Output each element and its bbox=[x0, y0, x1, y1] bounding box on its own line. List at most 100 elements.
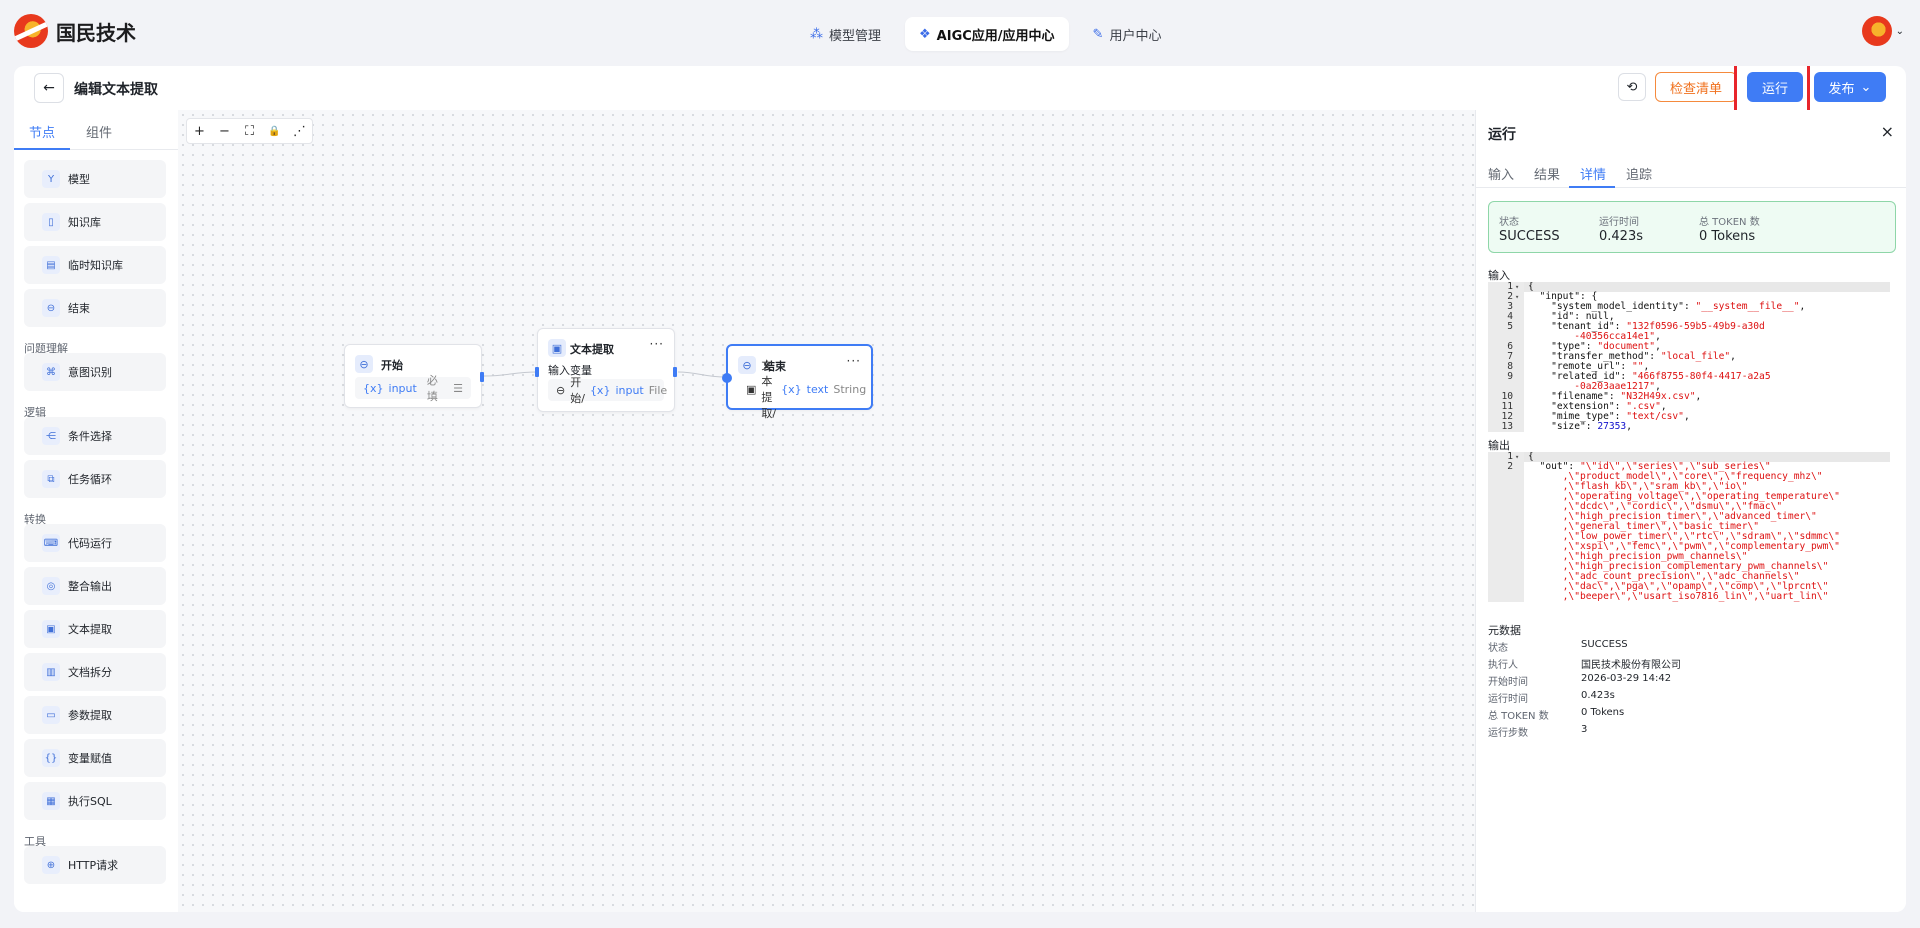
logo-text: 国民技术 bbox=[56, 20, 136, 45]
library-item-merge-output[interactable]: ◎ 整合输出 bbox=[24, 567, 166, 605]
library-item-doc-split[interactable]: ▥ 文档拆分 bbox=[24, 653, 166, 691]
library-item-sql[interactable]: ▦ 执行SQL bbox=[24, 782, 166, 820]
var-name: input bbox=[388, 381, 417, 395]
node-var-row: ⊖ 开始/ {x} input File bbox=[548, 376, 668, 405]
time-label: 运行时间 bbox=[1599, 217, 1639, 228]
item-label: 任务循环 bbox=[68, 473, 112, 486]
nav-user-center[interactable]: ✎ 用户中心 bbox=[1079, 17, 1176, 51]
output-code-viewer[interactable]: 1 ▾{2 "out": "\"id\",\"series\",\"sub_ser… bbox=[1488, 452, 1890, 602]
node-library: 节点 组件 Y 模型 ▯ 知识库 ▤ 临时知识库 ⊖ 结束 问题理解 ⌘ 意图识别 逻辑 … bbox=[14, 110, 178, 912]
node-text-extract[interactable]: ▣ 文本提取 ··· 输入变量 ⊖ 开始/ {x} input File bbox=[535, 328, 677, 412]
line-number: 13 bbox=[1501, 421, 1513, 432]
metadata-key: 运行时间 bbox=[1488, 694, 1528, 705]
time-value: 0.423s bbox=[1599, 229, 1643, 244]
node-title: 文本提取 bbox=[570, 343, 614, 356]
line-number: 2 bbox=[1507, 461, 1513, 472]
logo[interactable]: 国民技术 bbox=[14, 14, 136, 48]
required-label: 必填 bbox=[426, 374, 438, 403]
token-value: 0 Tokens bbox=[1699, 229, 1756, 244]
history-icon[interactable]: ⟲ bbox=[1618, 73, 1646, 101]
code-line: "size": 27353, bbox=[1528, 421, 1632, 432]
tab-detail[interactable]: 详情 bbox=[1580, 164, 1606, 183]
metadata-key: 执行人 bbox=[1488, 660, 1518, 671]
metadata-key: 运行步数 bbox=[1488, 728, 1528, 739]
active-tab-indicator bbox=[14, 148, 70, 150]
close-icon[interactable]: × bbox=[1881, 122, 1894, 141]
nav-aigc-app-center[interactable]: ❖ AIGC应用/应用中心 bbox=[905, 17, 1069, 51]
output-handle[interactable] bbox=[673, 367, 677, 377]
model-icon: ⁂ bbox=[810, 26, 823, 42]
item-label: 模型 bbox=[68, 173, 90, 186]
chevron-down-icon: ⌄ bbox=[1860, 79, 1872, 95]
var-source: 文本提取/ bbox=[761, 359, 777, 420]
library-item-param-extract[interactable]: ▭ 参数提取 bbox=[24, 696, 166, 734]
input-handle[interactable] bbox=[722, 373, 732, 383]
more-icon[interactable]: ··· bbox=[847, 354, 861, 368]
library-item-temp-knowledge-base[interactable]: ▤ 临时知识库 bbox=[24, 246, 166, 284]
tab-components[interactable]: 组件 bbox=[86, 122, 112, 141]
library-item-condition[interactable]: ⋲ 条件选择 bbox=[24, 417, 166, 455]
nav-model-management[interactable]: ⁂ 模型管理 bbox=[796, 17, 895, 51]
tab-trace[interactable]: 追踪 bbox=[1626, 164, 1652, 183]
library-item-loop[interactable]: ⧉ 任务循环 bbox=[24, 460, 166, 498]
node-start[interactable]: ⊖ 开始 {x} input 必填 ☰ bbox=[344, 344, 484, 408]
metadata-key: 总 TOKEN 数 bbox=[1488, 711, 1549, 722]
run-panel-title: 运行 bbox=[1488, 127, 1516, 143]
back-button[interactable]: ← bbox=[34, 73, 64, 103]
library-tabs: 节点 组件 bbox=[14, 110, 178, 150]
tab-input[interactable]: 输入 bbox=[1488, 164, 1514, 183]
item-label: 文档拆分 bbox=[68, 666, 112, 679]
output-handle[interactable] bbox=[480, 372, 484, 382]
code-line: ,\"beeper\",\"usart_iso7816_lin\",\"uart… bbox=[1528, 591, 1829, 602]
var-name: input bbox=[615, 383, 644, 397]
nav-label: 模型管理 bbox=[829, 28, 882, 44]
fold-toggle-icon[interactable]: ▾ bbox=[1515, 292, 1519, 302]
status-value: SUCCESS bbox=[1499, 229, 1560, 244]
input-code-viewer[interactable]: 1 ▾{2 ▾ "input": {3 "system_model_identity… bbox=[1488, 282, 1890, 432]
workflow-canvas[interactable]: + − ⛶ 🔒 ⋰ ⊖ 开始 {x} input 必填 ☰ ▣ 文本提取 ···… bbox=[178, 110, 1475, 912]
fold-toggle-icon[interactable]: ▾ bbox=[1515, 452, 1519, 462]
edge-start-extract bbox=[483, 371, 538, 377]
node-var-row: ▣ 文本提取/ {x} text String bbox=[738, 359, 866, 420]
publish-button[interactable]: 发布 ⌄ bbox=[1814, 72, 1886, 102]
library-item-model[interactable]: Y 模型 bbox=[24, 160, 166, 198]
more-icon[interactable]: ··· bbox=[650, 337, 664, 351]
text-extract-icon: ▣ bbox=[746, 382, 757, 396]
book-icon: ▯ bbox=[42, 213, 60, 231]
node-end[interactable]: ⊖ 结束 ··· ▣ 文本提取/ {x} text String bbox=[722, 344, 873, 420]
fold-toggle-icon[interactable]: ▾ bbox=[1515, 282, 1519, 292]
var-name: text bbox=[806, 382, 829, 396]
metadata-section-label: 元数据 bbox=[1488, 624, 1521, 637]
status-summary: 状态 SUCCESS 运行时间 0.423s 总 TOKEN 数 0 Token… bbox=[1488, 201, 1896, 253]
library-item-intent[interactable]: ⌘ 意图识别 bbox=[24, 353, 166, 391]
branch-icon: ⋲ bbox=[42, 427, 60, 445]
doc-split-icon: ▥ bbox=[42, 663, 60, 681]
checklist-button[interactable]: 检查清单 bbox=[1655, 72, 1737, 102]
start-icon: ⊖ bbox=[556, 383, 566, 397]
library-item-var-assign[interactable]: {} 变量赋值 bbox=[24, 739, 166, 777]
start-icon: ⊖ bbox=[355, 355, 373, 373]
metadata-value: 国民技术股份有限公司 bbox=[1581, 660, 1681, 671]
var-prefix: {x} bbox=[781, 382, 802, 396]
library-item-http[interactable]: ⊕ HTTP请求 bbox=[24, 846, 166, 884]
tab-result[interactable]: 结果 bbox=[1534, 164, 1560, 183]
var-type: File bbox=[648, 383, 668, 397]
globe-icon: ⊕ bbox=[42, 856, 60, 874]
metadata-value: 0.423s bbox=[1581, 690, 1615, 701]
item-label: 知识库 bbox=[68, 216, 101, 229]
item-label: 变量赋值 bbox=[68, 752, 112, 765]
library-item-code[interactable]: ⌨ 代码运行 bbox=[24, 524, 166, 562]
library-item-knowledge-base[interactable]: ▯ 知识库 bbox=[24, 203, 166, 241]
run-panel: 运行 × 输入 结果 详情 追踪 状态 SUCCESS 运行时间 0.423s … bbox=[1475, 110, 1906, 912]
logo-mark-icon bbox=[14, 14, 48, 48]
library-item-end[interactable]: ⊖ 结束 bbox=[24, 289, 166, 327]
tab-nodes[interactable]: 节点 bbox=[29, 122, 55, 141]
line-number: 5 bbox=[1507, 321, 1513, 332]
library-item-text-extract[interactable]: ▣ 文本提取 bbox=[24, 610, 166, 648]
item-label: 意图识别 bbox=[68, 366, 112, 379]
user-menu[interactable]: ⌄ bbox=[1861, 16, 1904, 46]
metadata-value: 3 bbox=[1581, 724, 1588, 735]
chevron-down-icon: ⌄ bbox=[1895, 25, 1904, 37]
input-handle[interactable] bbox=[535, 367, 539, 377]
top-bar: 国民技术 ⁂ 模型管理 ❖ AIGC应用/应用中心 ✎ 用户中心 ⌄ bbox=[0, 0, 1920, 66]
